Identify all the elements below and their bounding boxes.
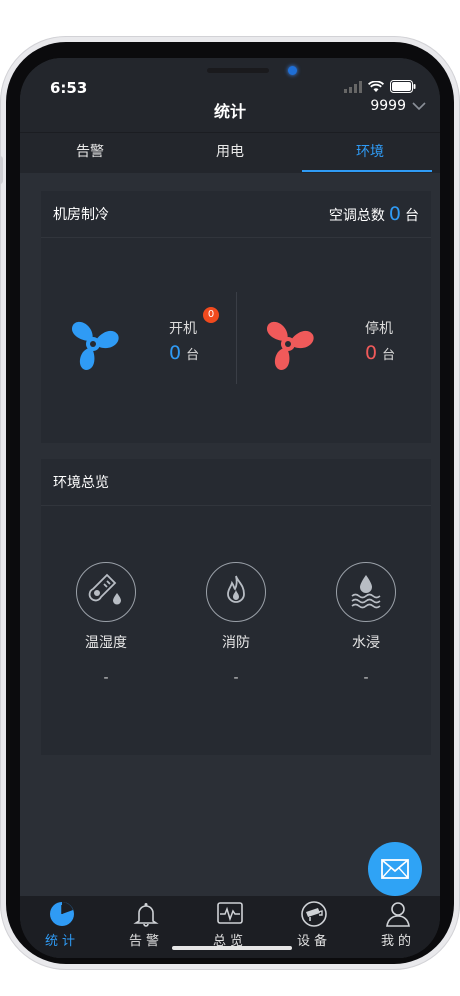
bell-icon	[132, 900, 160, 928]
pie-chart-icon	[48, 900, 76, 928]
envelope-icon	[381, 859, 409, 879]
stopped-count: 0台	[365, 342, 395, 364]
thermometer-icon	[76, 562, 136, 622]
running-label: 开机	[169, 321, 197, 337]
message-button[interactable]	[368, 842, 422, 896]
screen: 6:53 统计 9999 告警 用电 环境 机房制冷 空调总数 0 台 开机 0…	[20, 58, 440, 958]
env-water-label: 水浸	[352, 635, 380, 651]
water-leak-icon	[336, 562, 396, 622]
environment-items: 温湿度 - 消防 - 水浸 -	[41, 506, 431, 754]
cooling-card-header: 机房制冷 空调总数 0 台	[41, 191, 431, 238]
stopped-value: 0	[365, 342, 378, 364]
stopped-block[interactable]: 停机 0台	[236, 238, 431, 442]
fan-status-row: 开机 0 0台 停机 0 台	[41, 238, 431, 442]
running-block[interactable]: 开机 0 0台	[41, 238, 236, 442]
bottom-nav-mine[interactable]: 我的	[356, 896, 440, 958]
camera-dot	[288, 66, 297, 75]
env-fire-value: -	[233, 670, 239, 686]
stopped-label: 停机	[365, 321, 393, 337]
side-button	[0, 156, 3, 184]
environment-card: 环境总览 温湿度 - 消防 - 水浸 -	[41, 459, 431, 755]
ac-total-value: 0	[388, 203, 401, 225]
ac-total-unit: 台	[405, 208, 419, 224]
env-temperature-value: -	[103, 670, 109, 686]
tab-alarm[interactable]: 告警	[20, 133, 160, 173]
signal-icon	[344, 80, 362, 93]
bottom-nav-stats-label: 统计	[44, 934, 79, 949]
env-fire-label: 消防	[222, 635, 250, 651]
running-count: 0台	[169, 342, 199, 364]
env-item-fire[interactable]: 消防 -	[171, 562, 301, 686]
status-icons	[344, 80, 416, 93]
bottom-nav-stats[interactable]: 统计	[20, 896, 104, 958]
home-indicator[interactable]	[172, 946, 292, 950]
ac-total-label: 空调总数	[328, 208, 385, 224]
ac-total: 空调总数 0 台	[329, 203, 419, 225]
battery-icon	[390, 80, 416, 93]
env-water-value: -	[363, 670, 369, 686]
user-icon	[384, 900, 412, 928]
cooling-card: 机房制冷 空调总数 0 台 开机 0 0 台 停机 0 台	[41, 191, 431, 443]
fan-running-icon	[71, 321, 119, 370]
tab-environment[interactable]: 环境	[300, 133, 440, 173]
camera-icon	[300, 900, 328, 928]
fan-stopped-icon	[266, 321, 314, 370]
flame-icon	[206, 562, 266, 622]
running-value: 0	[169, 342, 182, 364]
cooling-title: 机房制冷	[53, 207, 109, 223]
site-selector[interactable]: 9999	[370, 98, 426, 114]
env-item-temperature[interactable]: 温湿度 -	[41, 562, 171, 686]
monitor-pulse-icon	[216, 900, 244, 928]
environment-card-header: 环境总览	[41, 459, 431, 506]
wifi-icon	[368, 80, 384, 92]
bottom-nav-mine-label: 我的	[380, 934, 415, 949]
tab-power[interactable]: 用电	[160, 133, 300, 173]
environment-title: 环境总览	[53, 475, 109, 491]
tab-bar: 告警 用电 环境	[20, 132, 440, 173]
speaker-grille	[207, 68, 269, 73]
phone-bezel: 6:53 统计 9999 告警 用电 环境 机房制冷 空调总数 0 台 开机 0…	[6, 42, 454, 964]
status-time: 6:53	[50, 79, 88, 97]
env-item-water[interactable]: 水浸 -	[301, 562, 431, 686]
running-unit: 台	[186, 348, 200, 363]
chevron-down-icon	[412, 101, 426, 110]
nav-bar: 6:53 统计 9999	[20, 58, 440, 132]
env-temperature-label: 温湿度	[85, 635, 127, 651]
stopped-unit: 台	[382, 348, 396, 363]
running-badge: 0	[203, 307, 219, 323]
site-selector-label: 9999	[370, 98, 406, 114]
phone-frame: 6:53 统计 9999 告警 用电 环境 机房制冷 空调总数 0 台 开机 0…	[0, 36, 460, 970]
